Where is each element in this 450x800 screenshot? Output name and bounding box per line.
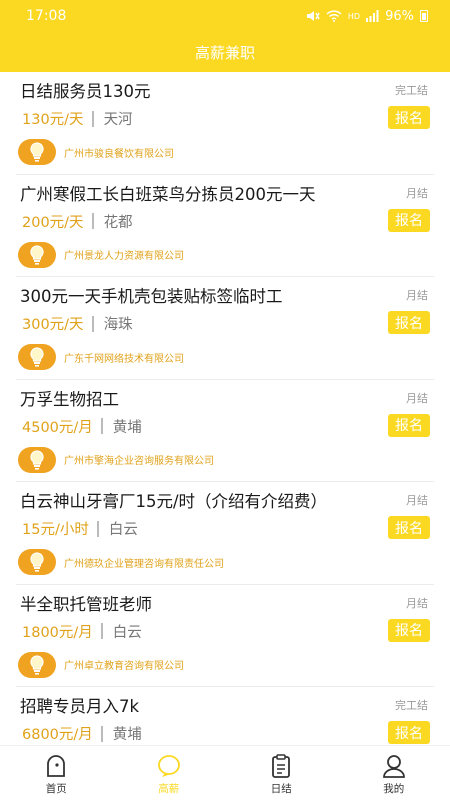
job-title[interactable]: 万孚生物招工 bbox=[20, 386, 119, 410]
tab-label: 我的 bbox=[383, 783, 405, 795]
signal-type: HD bbox=[347, 11, 361, 21]
mute-icon bbox=[306, 11, 320, 21]
divider bbox=[91, 213, 94, 229]
job-card[interactable]: 万孚生物招工 月结 4500元/月 黄埔 报名 广州市擎海企业咨询服务有限公司 bbox=[16, 380, 434, 482]
job-title[interactable]: 300元一天手机壳包装贴标签临时工 bbox=[20, 283, 283, 307]
job-area: 黄埔 bbox=[112, 419, 142, 436]
settlement-type: 月结 bbox=[406, 391, 428, 405]
high-pay-icon bbox=[157, 755, 180, 777]
settlement-type: 完工结 bbox=[395, 84, 428, 97]
job-area: 白云 bbox=[108, 522, 138, 538]
apply-button[interactable]: 报名 bbox=[388, 516, 430, 539]
wifi-icon bbox=[326, 10, 342, 22]
settlement-type: 月结 bbox=[406, 494, 428, 507]
apply-button[interactable]: 报名 bbox=[388, 311, 430, 334]
company-name: 广州市擎海企业咨询服务有限公司 bbox=[64, 456, 214, 467]
tab-label: 首页 bbox=[45, 783, 67, 795]
lightbulb-icon bbox=[18, 549, 56, 575]
settlement-type: 月结 bbox=[406, 596, 428, 610]
apply-button[interactable]: 报名 bbox=[388, 413, 430, 437]
divider bbox=[100, 623, 103, 639]
app-header: 17:08 HD 96% 高薪兼职 bbox=[0, 0, 450, 72]
tab-home[interactable]: 首页 bbox=[0, 746, 113, 800]
lightbulb-icon bbox=[18, 241, 56, 268]
bottom-tab-bar: 首页 高薪 日结 我的 bbox=[0, 745, 450, 800]
company-row: 广州市骏良餐饮有限公司 bbox=[18, 139, 174, 165]
lightbulb-icon bbox=[18, 344, 56, 370]
job-card[interactable]: 广州寒假工长白班菜鸟分拣员200元一天 月结 200元/天 花都 报名 广州景龙… bbox=[16, 175, 434, 277]
tab-label: 高薪 bbox=[158, 783, 180, 795]
apply-button[interactable]: 报名 bbox=[388, 106, 430, 129]
settlement-type: 月结 bbox=[406, 186, 428, 200]
job-card[interactable]: 招聘专员月入7k 完工结 6800元/月 黄埔 报名 bbox=[16, 687, 434, 745]
apply-button[interactable]: 报名 bbox=[388, 208, 430, 232]
job-pay: 1800元/月 bbox=[22, 624, 93, 641]
company-name: 广州景龙人力资源有限公司 bbox=[64, 251, 184, 262]
job-pay: 6800元/月 bbox=[22, 727, 93, 743]
company-name: 广州德玖企业管理咨询有限责任公司 bbox=[64, 558, 224, 570]
divider bbox=[91, 110, 94, 127]
job-list[interactable]: 日结服务员130元 完工结 130元/天 天河 报名 广州市骏良餐饮有限公司 广… bbox=[0, 72, 450, 745]
divider bbox=[96, 520, 99, 537]
pay-row: 130元/天 天河 bbox=[22, 108, 133, 129]
job-card[interactable]: 300元一天手机壳包装贴标签临时工 月结 300元/天 海珠 报名 广东千网网络… bbox=[16, 277, 434, 380]
apply-button[interactable]: 报名 bbox=[388, 721, 430, 744]
pay-row: 6800元/月 黄埔 bbox=[22, 723, 142, 744]
pay-row: 4500元/月 黄埔 bbox=[22, 416, 142, 437]
job-area: 天河 bbox=[103, 112, 133, 128]
job-pay: 130元/天 bbox=[22, 112, 84, 128]
settlement-type: 完工结 bbox=[395, 699, 428, 712]
lightbulb-icon bbox=[18, 651, 56, 678]
status-time: 17:08 bbox=[26, 8, 67, 24]
status-icons: HD 96% bbox=[306, 9, 428, 24]
job-area: 白云 bbox=[112, 624, 142, 641]
job-pay: 15元/小时 bbox=[22, 522, 89, 538]
pay-row: 300元/天 海珠 bbox=[22, 313, 133, 334]
job-pay: 4500元/月 bbox=[22, 419, 93, 436]
divider bbox=[100, 418, 103, 434]
job-pay: 300元/天 bbox=[22, 317, 84, 333]
page-title: 高薪兼职 bbox=[194, 43, 255, 62]
job-card[interactable]: 白云神山牙膏厂15元/时（介绍有介绍费） 月结 15元/小时 白云 报名 广州德… bbox=[16, 482, 434, 585]
battery-percent: 96% bbox=[385, 8, 414, 24]
apply-button[interactable]: 报名 bbox=[388, 618, 430, 642]
divider bbox=[91, 315, 94, 332]
pay-row: 15元/小时 白云 bbox=[22, 518, 138, 539]
job-pay: 200元/天 bbox=[22, 214, 84, 231]
signal-icon bbox=[366, 10, 379, 22]
job-title[interactable]: 招聘专员月入7k bbox=[20, 693, 139, 717]
company-row: 广州德玖企业管理咨询有限责任公司 bbox=[18, 549, 224, 575]
company-row: 广州市擎海企业咨询服务有限公司 bbox=[18, 446, 214, 473]
job-title[interactable]: 广州寒假工长白班菜鸟分拣员200元一天 bbox=[20, 181, 316, 205]
job-card[interactable]: 日结服务员130元 完工结 130元/天 天河 报名 广州市骏良餐饮有限公司 bbox=[16, 72, 434, 175]
tab-daily[interactable]: 日结 bbox=[225, 746, 338, 800]
company-name: 广东千网网络技术有限公司 bbox=[64, 353, 184, 365]
job-area: 黄埔 bbox=[112, 727, 142, 743]
company-name: 广州市骏良餐饮有限公司 bbox=[64, 148, 174, 160]
tab-high-pay[interactable]: 高薪 bbox=[113, 746, 226, 800]
job-area: 海珠 bbox=[103, 317, 133, 333]
settlement-type: 月结 bbox=[406, 289, 428, 302]
divider bbox=[100, 725, 103, 742]
company-row: 广州卓立教育咨询有限公司 bbox=[18, 651, 184, 678]
job-card[interactable]: 半全职托管班老师 月结 1800元/月 白云 报名 广州卓立教育咨询有限公司 bbox=[16, 585, 434, 687]
lightbulb-icon bbox=[18, 446, 56, 473]
company-row: 广东千网网络技术有限公司 bbox=[18, 344, 184, 370]
job-title[interactable]: 半全职托管班老师 bbox=[20, 591, 152, 615]
clipboard-icon bbox=[272, 754, 291, 778]
profile-icon bbox=[382, 755, 405, 778]
tab-label: 日结 bbox=[270, 783, 292, 795]
job-title[interactable]: 白云神山牙膏厂15元/时（介绍有介绍费） bbox=[20, 488, 327, 512]
status-bar: 17:08 HD 96% bbox=[0, 0, 450, 32]
tab-mine[interactable]: 我的 bbox=[338, 746, 450, 800]
job-area: 花都 bbox=[103, 214, 133, 231]
battery-icon bbox=[420, 10, 428, 22]
pay-row: 200元/天 花都 bbox=[22, 211, 133, 232]
home-icon bbox=[47, 755, 66, 777]
job-title[interactable]: 日结服务员130元 bbox=[20, 78, 151, 102]
company-name: 广州卓立教育咨询有限公司 bbox=[64, 661, 184, 672]
company-row: 广州景龙人力资源有限公司 bbox=[18, 241, 184, 268]
lightbulb-icon bbox=[18, 139, 56, 165]
pay-row: 1800元/月 白云 bbox=[22, 621, 142, 642]
